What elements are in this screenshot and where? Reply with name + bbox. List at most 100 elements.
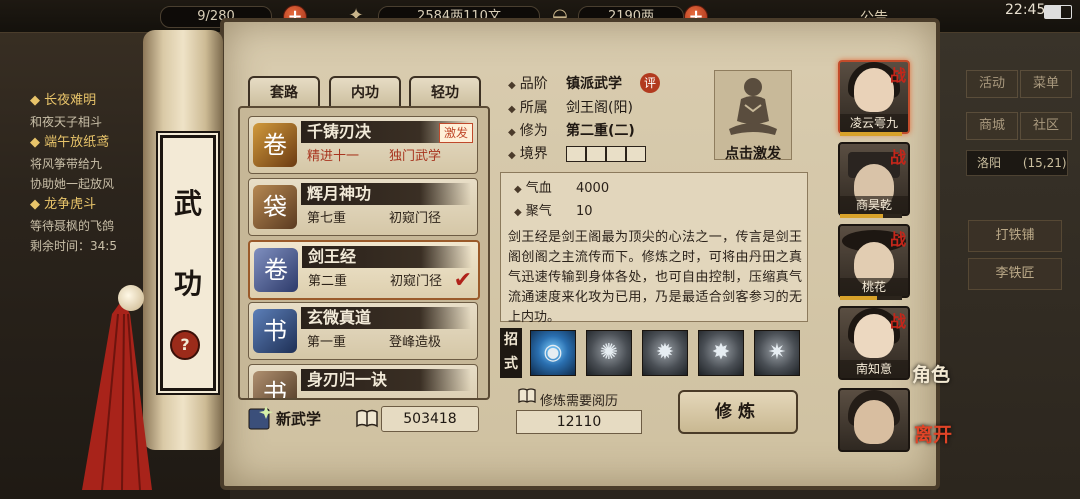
move-5-icon[interactable]: ✷ bbox=[754, 330, 800, 376]
skill-item-3[interactable]: 卷 剑王经 第二重 初窥门径 ✔ bbox=[248, 240, 480, 300]
battle-tag: 战 bbox=[890, 230, 907, 249]
skill-rank: 初窥门径 bbox=[389, 211, 442, 226]
activity-button[interactable]: 活动 bbox=[966, 70, 1018, 98]
sect-row: ◆ 所属 bbox=[508, 100, 548, 116]
role-button[interactable]: 角色 bbox=[912, 360, 950, 387]
community-button[interactable]: 社区 bbox=[1020, 112, 1072, 140]
shop-button[interactable]: 商城 bbox=[966, 112, 1018, 140]
realm-slot bbox=[606, 146, 626, 162]
move-2-icon[interactable]: ✺ bbox=[586, 330, 632, 376]
skill-description: 剑王经是剑王阁最为顶尖的心法之一，传言是剑王阁创阁之主流传而下。修炼之时，可将由… bbox=[508, 230, 802, 325]
hp-fill bbox=[840, 296, 878, 300]
battle-tag: 战 bbox=[890, 312, 907, 331]
npc-blacksmith-shop-button[interactable]: 打铁铺 bbox=[968, 220, 1062, 252]
skill-name: 剑王经 bbox=[308, 247, 357, 266]
scroll-icon: 卷 bbox=[253, 123, 297, 167]
skill-level: 第二重 bbox=[308, 274, 348, 289]
tab-inner-skill[interactable]: 内功 bbox=[329, 76, 401, 110]
character-hp-bar bbox=[840, 296, 902, 300]
hp-fill bbox=[840, 214, 884, 218]
skill-item-5[interactable]: 书 身刃归一诀 bbox=[248, 364, 478, 398]
npc-li-blacksmith-button[interactable]: 李铁匠 bbox=[968, 258, 1062, 290]
rating-badge[interactable]: 评 bbox=[640, 73, 660, 93]
new-skill-book-icon[interactable] bbox=[246, 404, 274, 432]
realm-slot bbox=[626, 146, 646, 162]
character-card-5[interactable] bbox=[838, 388, 910, 452]
open-book-icon bbox=[518, 388, 536, 404]
qi-stat-label: ◆ 聚气 bbox=[514, 204, 552, 219]
diamond-icon: ◆ bbox=[514, 207, 522, 218]
book-icon: 书 bbox=[253, 309, 297, 353]
moves-label: 招式 bbox=[500, 328, 522, 378]
character-portrait bbox=[854, 314, 894, 358]
scroll-title-char-1: 武 bbox=[173, 187, 202, 220]
location-display: 洛阳 (15,21) bbox=[966, 150, 1068, 176]
help-icon[interactable]: ? bbox=[170, 330, 200, 360]
diamond-icon: ◆ bbox=[508, 104, 516, 115]
character-portrait bbox=[854, 400, 894, 444]
move-4-icon[interactable]: ✸ bbox=[698, 330, 744, 376]
move-3-icon[interactable]: ✹ bbox=[642, 330, 688, 376]
open-book-icon bbox=[356, 409, 378, 428]
tassel-decoration bbox=[82, 300, 152, 490]
hp-fill bbox=[840, 132, 902, 136]
character-portrait bbox=[854, 68, 894, 112]
move-1-icon[interactable]: ◉ bbox=[530, 330, 576, 376]
grade-row: ◆ 品阶 bbox=[508, 76, 548, 92]
skill-name: 千铸刃决 bbox=[307, 122, 372, 141]
book-icon: 书 bbox=[253, 371, 297, 398]
location-name: 洛阳 bbox=[977, 156, 1002, 170]
character-hp-bar bbox=[840, 214, 902, 218]
character-name: 商昊乾 bbox=[840, 196, 908, 214]
meditating-monk-icon bbox=[729, 78, 777, 135]
train-button[interactable]: 修炼 bbox=[678, 390, 798, 434]
character-name: 南知意 bbox=[840, 360, 908, 378]
skill-name: 玄微真道 bbox=[307, 308, 372, 327]
experience-points: 503418 bbox=[381, 406, 479, 432]
grade-value: 镇派武学 bbox=[566, 76, 622, 92]
leave-button[interactable]: 离开 bbox=[914, 420, 952, 447]
tab-light-skill[interactable]: 轻功 bbox=[409, 76, 481, 110]
activated-badge: 激发 bbox=[438, 123, 473, 143]
diamond-icon: ◆ bbox=[508, 127, 516, 138]
training-requirement-label: 修炼需要阅历 bbox=[540, 394, 619, 409]
character-hp-bar bbox=[840, 132, 902, 136]
character-name: 桃花 bbox=[840, 278, 908, 296]
clock: 22:45 bbox=[1005, 2, 1046, 18]
battle-tag: 战 bbox=[890, 66, 907, 85]
pouch-icon: 袋 bbox=[253, 185, 297, 229]
skill-rank: 独门武学 bbox=[389, 149, 442, 164]
battery-icon bbox=[1044, 5, 1072, 19]
skill-item-4[interactable]: 书 玄微真道 第一重 登峰造极 bbox=[248, 302, 478, 360]
skill-name: 辉月神功 bbox=[307, 184, 372, 203]
skill-level: 第七重 bbox=[307, 211, 347, 226]
cultivation-row: ◆ 修为 bbox=[508, 123, 548, 139]
hp-stat-value: 4000 bbox=[576, 181, 610, 196]
tab-routine[interactable]: 套路 bbox=[248, 76, 320, 110]
diamond-icon: ◆ bbox=[508, 80, 516, 91]
realm-row: ◆ 境界 bbox=[508, 146, 548, 162]
training-requirement-value: 12110 bbox=[516, 410, 642, 434]
realm-slot bbox=[566, 146, 586, 162]
character-name: 凌云雩九 bbox=[840, 114, 908, 132]
menu-button[interactable]: 菜单 bbox=[1020, 70, 1072, 98]
tassel-knot bbox=[118, 285, 144, 311]
diamond-icon: ◆ bbox=[514, 184, 522, 195]
scroll-icon: 卷 bbox=[254, 248, 298, 292]
activate-label[interactable]: 点击激发 bbox=[710, 143, 796, 163]
new-skill-label[interactable]: 新武学 bbox=[276, 408, 321, 429]
skill-level: 第一重 bbox=[307, 335, 347, 350]
skill-item-2[interactable]: 袋 辉月神功 第七重 初窥门径 bbox=[248, 178, 478, 236]
hp-stat-label: ◆ 气血 bbox=[514, 181, 552, 196]
location-coord: (15,21) bbox=[1022, 156, 1067, 170]
skill-rank: 登峰造极 bbox=[389, 335, 442, 350]
scroll-title-char-2: 功 bbox=[173, 267, 202, 300]
sect-value: 剑王阁(阳) bbox=[566, 100, 633, 116]
skill-list[interactable]: 卷 千铸刃决 激发 精进十一 独门武学 袋 辉月神功 第七重 初窥门径 卷 剑王… bbox=[238, 106, 490, 400]
realm-slot bbox=[586, 146, 606, 162]
qi-stat-value: 10 bbox=[576, 204, 593, 219]
skill-item-1[interactable]: 卷 千铸刃决 激发 精进十一 独门武学 bbox=[248, 116, 478, 174]
diamond-icon: ◆ bbox=[508, 150, 516, 161]
selected-check-icon: ✔ bbox=[453, 268, 472, 293]
skill-name: 身刃归一诀 bbox=[307, 370, 388, 389]
